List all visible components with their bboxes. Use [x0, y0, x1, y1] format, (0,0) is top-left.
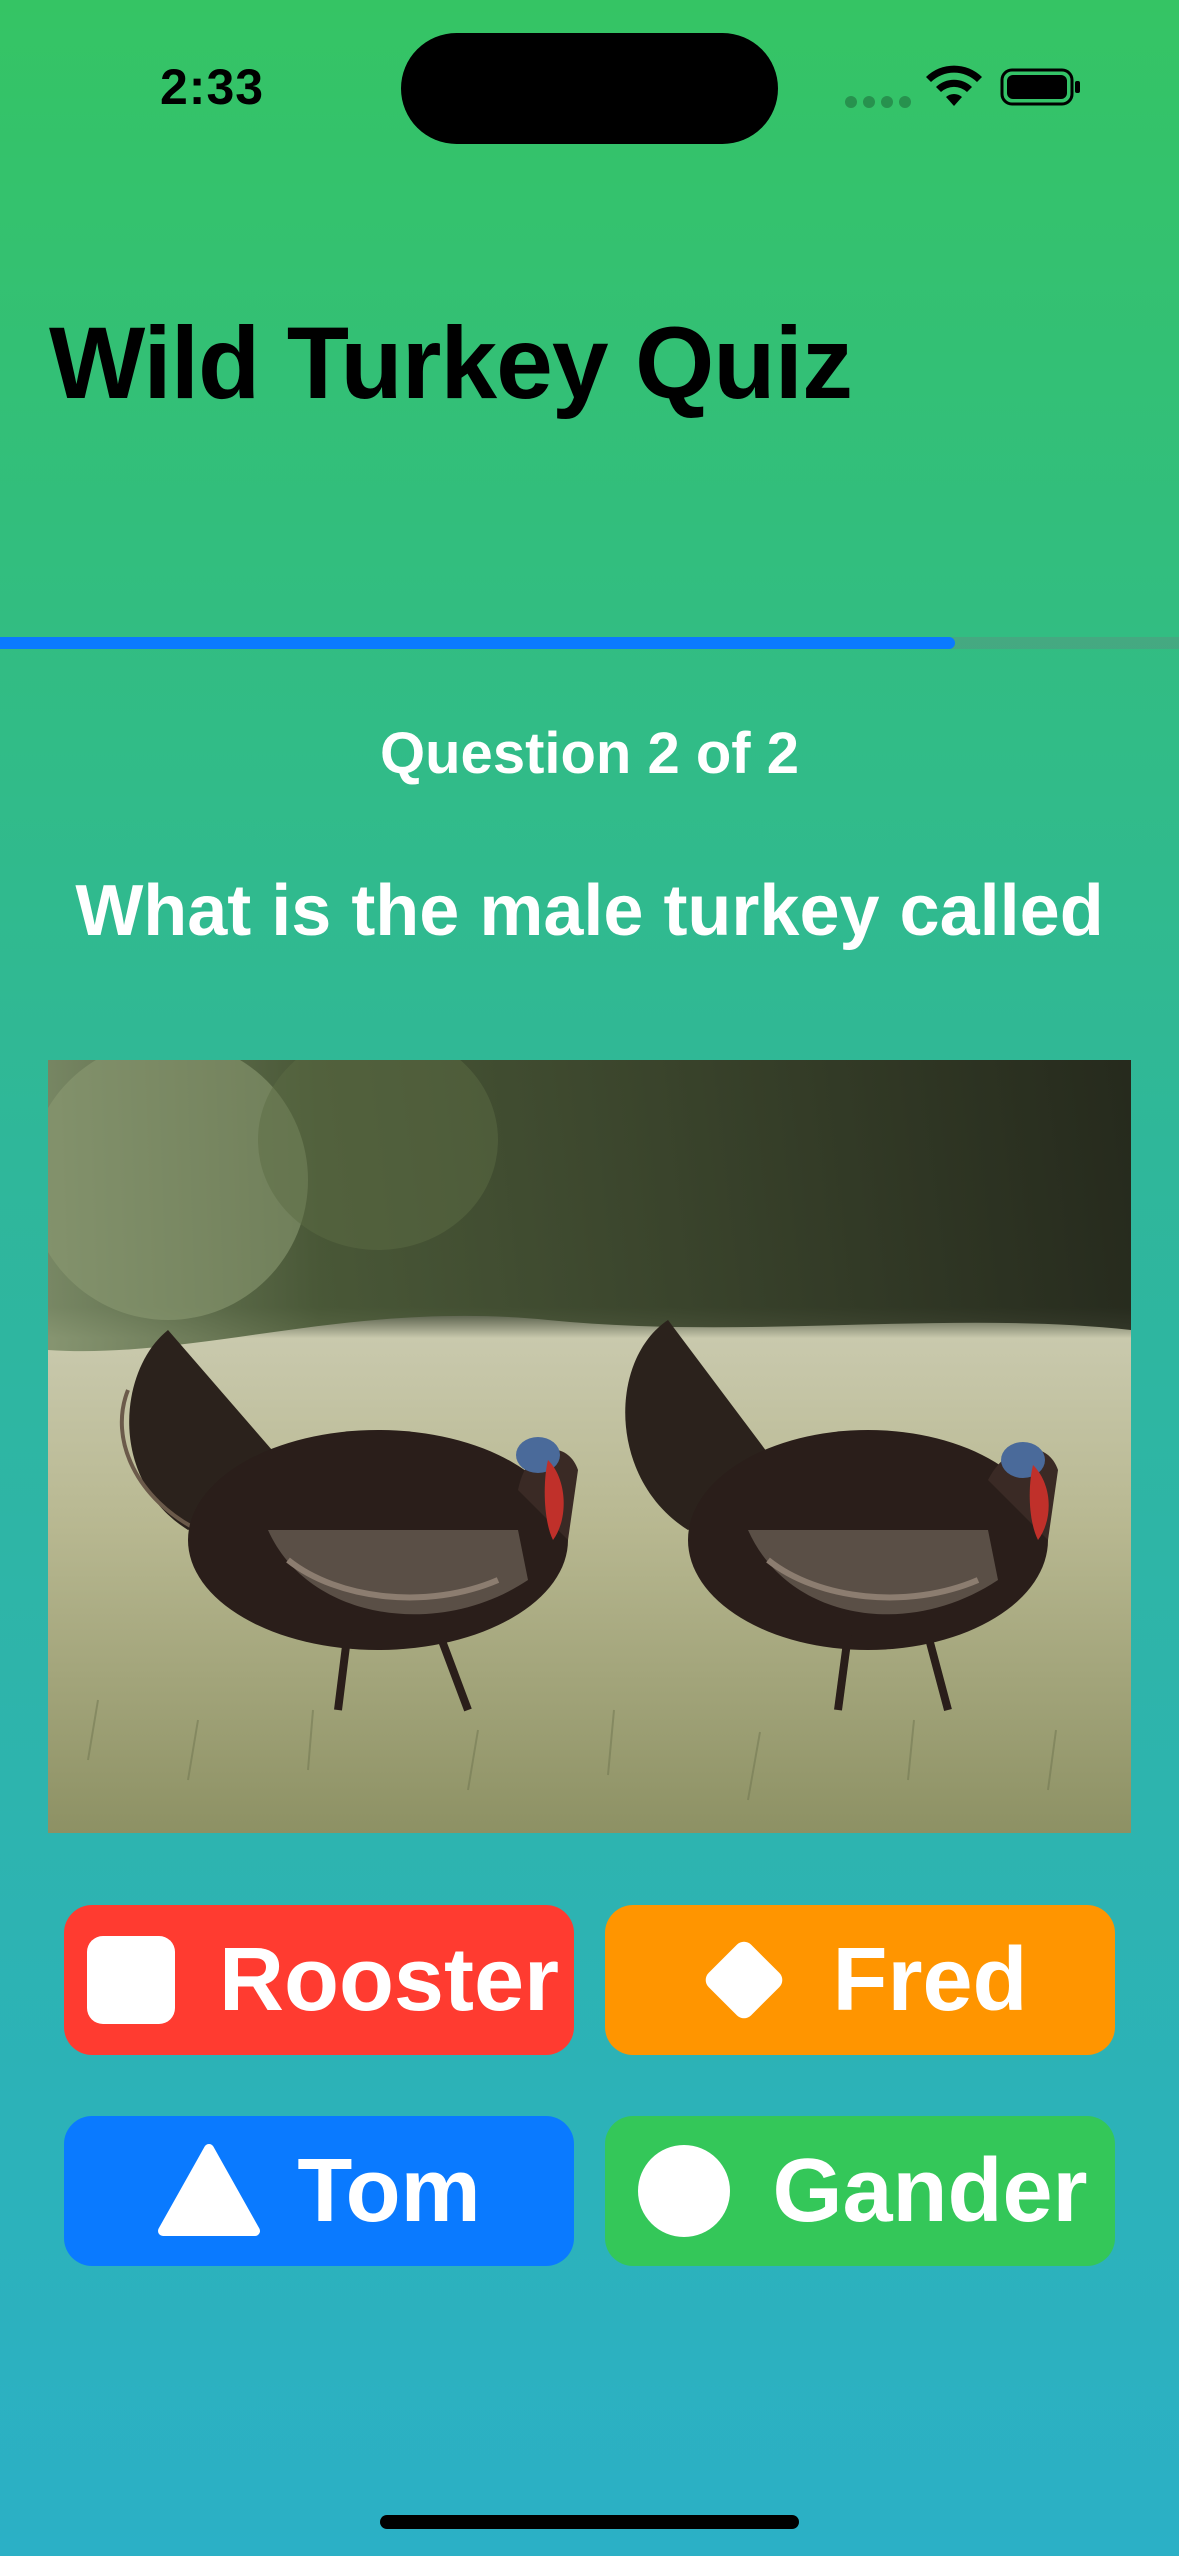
question-text: What is the male turkey called — [75, 871, 1104, 951]
battery-icon — [1000, 68, 1080, 106]
answer-button-fred[interactable]: Fred — [605, 1905, 1115, 2055]
square-icon — [86, 1936, 175, 2024]
answer-label: Rooster — [218, 1929, 560, 2030]
answer-button-gander[interactable]: Gander — [605, 2116, 1115, 2266]
dynamic-island — [401, 33, 778, 144]
answer-button-tom[interactable]: Tom — [64, 2116, 574, 2266]
answer-label: Gander — [772, 2140, 1088, 2241]
diamond-icon — [706, 1941, 783, 2019]
cellular-signal-icon — [845, 96, 911, 108]
page-title: Wild Turkey Quiz — [49, 306, 853, 420]
circle-icon — [638, 2145, 731, 2237]
triangle-icon — [158, 2144, 261, 2236]
home-indicator[interactable] — [380, 2515, 799, 2529]
answer-label: Tom — [297, 2140, 481, 2241]
answer-label: Fred — [832, 1929, 1028, 2030]
question-counter: Question 2 of 2 — [380, 721, 799, 786]
wifi-icon — [926, 65, 982, 106]
answer-button-rooster[interactable]: Rooster — [64, 1905, 574, 2055]
status-time: 2:33 — [160, 59, 265, 115]
question-image — [48, 1060, 1131, 1833]
progress-fill — [0, 637, 955, 649]
